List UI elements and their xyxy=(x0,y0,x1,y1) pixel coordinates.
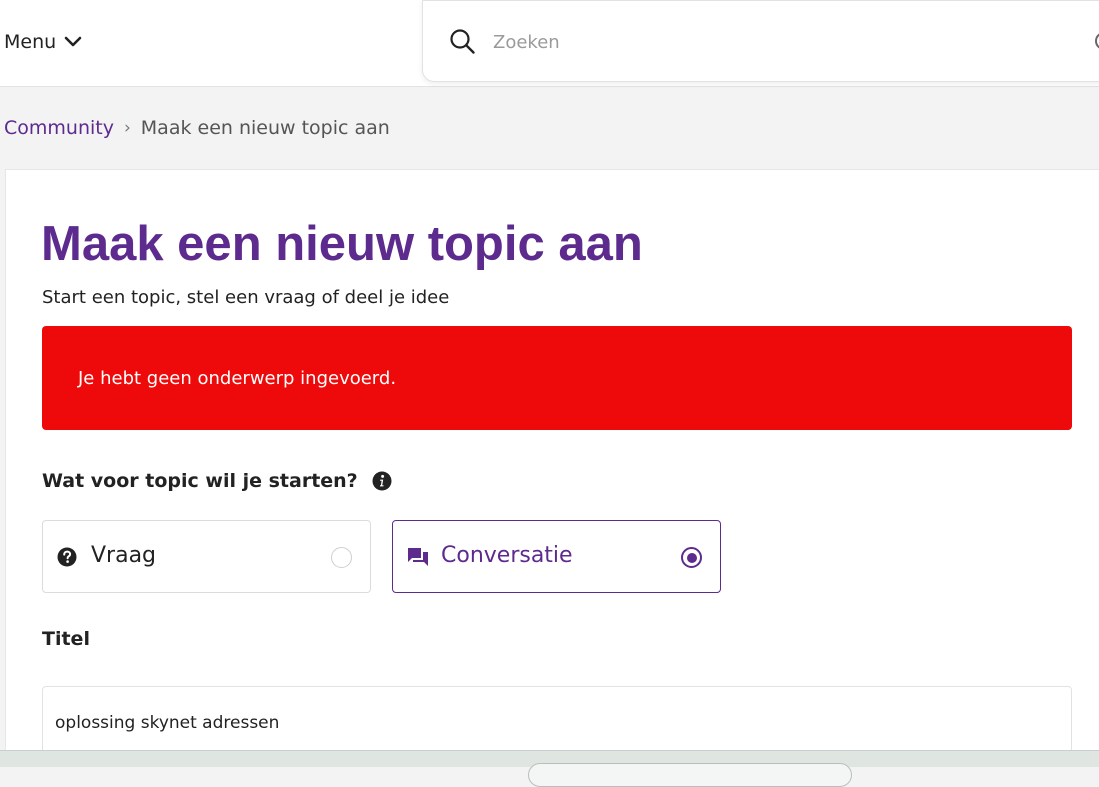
topic-type-label: Wat voor topic wil je starten? xyxy=(42,470,392,492)
overlay-strip xyxy=(0,750,1099,787)
question-circle-icon xyxy=(57,547,77,567)
error-alert: Je hebt geen onderwerp ingevoerd. xyxy=(42,326,1072,430)
topic-type-option-conversatie[interactable]: Conversatie xyxy=(392,520,721,593)
search-icon[interactable] xyxy=(449,28,476,55)
search-bar xyxy=(422,0,1099,82)
topic-type-question: Wat voor topic wil je starten? xyxy=(42,470,358,492)
top-header: Menu xyxy=(0,0,1099,87)
radio-conversatie[interactable] xyxy=(681,547,702,568)
breadcrumb-current: Maak een nieuw topic aan xyxy=(140,117,390,139)
topic-type-option-vraag[interactable]: Vraag xyxy=(42,520,371,593)
menu-button[interactable]: Menu xyxy=(4,28,82,56)
breadcrumb-separator-icon: › xyxy=(123,118,131,138)
option-label-conversatie: Conversatie xyxy=(441,543,573,568)
title-input[interactable] xyxy=(42,686,1072,760)
menu-label: Menu xyxy=(4,31,57,53)
new-topic-card: Maak een nieuw topic aan Start een topic… xyxy=(5,169,1099,767)
search-input[interactable] xyxy=(491,23,1071,61)
breadcrumb-community-link[interactable]: Community xyxy=(4,117,114,139)
breadcrumb: Community › Maak een nieuw topic aan xyxy=(4,117,390,139)
page-subtitle: Start een topic, stel een vraag of deel … xyxy=(42,287,450,308)
radio-vraag[interactable] xyxy=(331,547,352,568)
title-field-label: Titel xyxy=(42,628,90,650)
chat-bubbles-icon xyxy=(407,547,429,567)
error-message: Je hebt geen onderwerp ingevoerd. xyxy=(78,368,397,389)
chevron-down-icon xyxy=(64,36,82,48)
page-title: Maak een nieuw topic aan xyxy=(41,217,643,271)
option-label-vraag: Vraag xyxy=(91,543,157,568)
info-icon[interactable] xyxy=(372,471,392,491)
clear-search-icon[interactable] xyxy=(1095,32,1099,50)
